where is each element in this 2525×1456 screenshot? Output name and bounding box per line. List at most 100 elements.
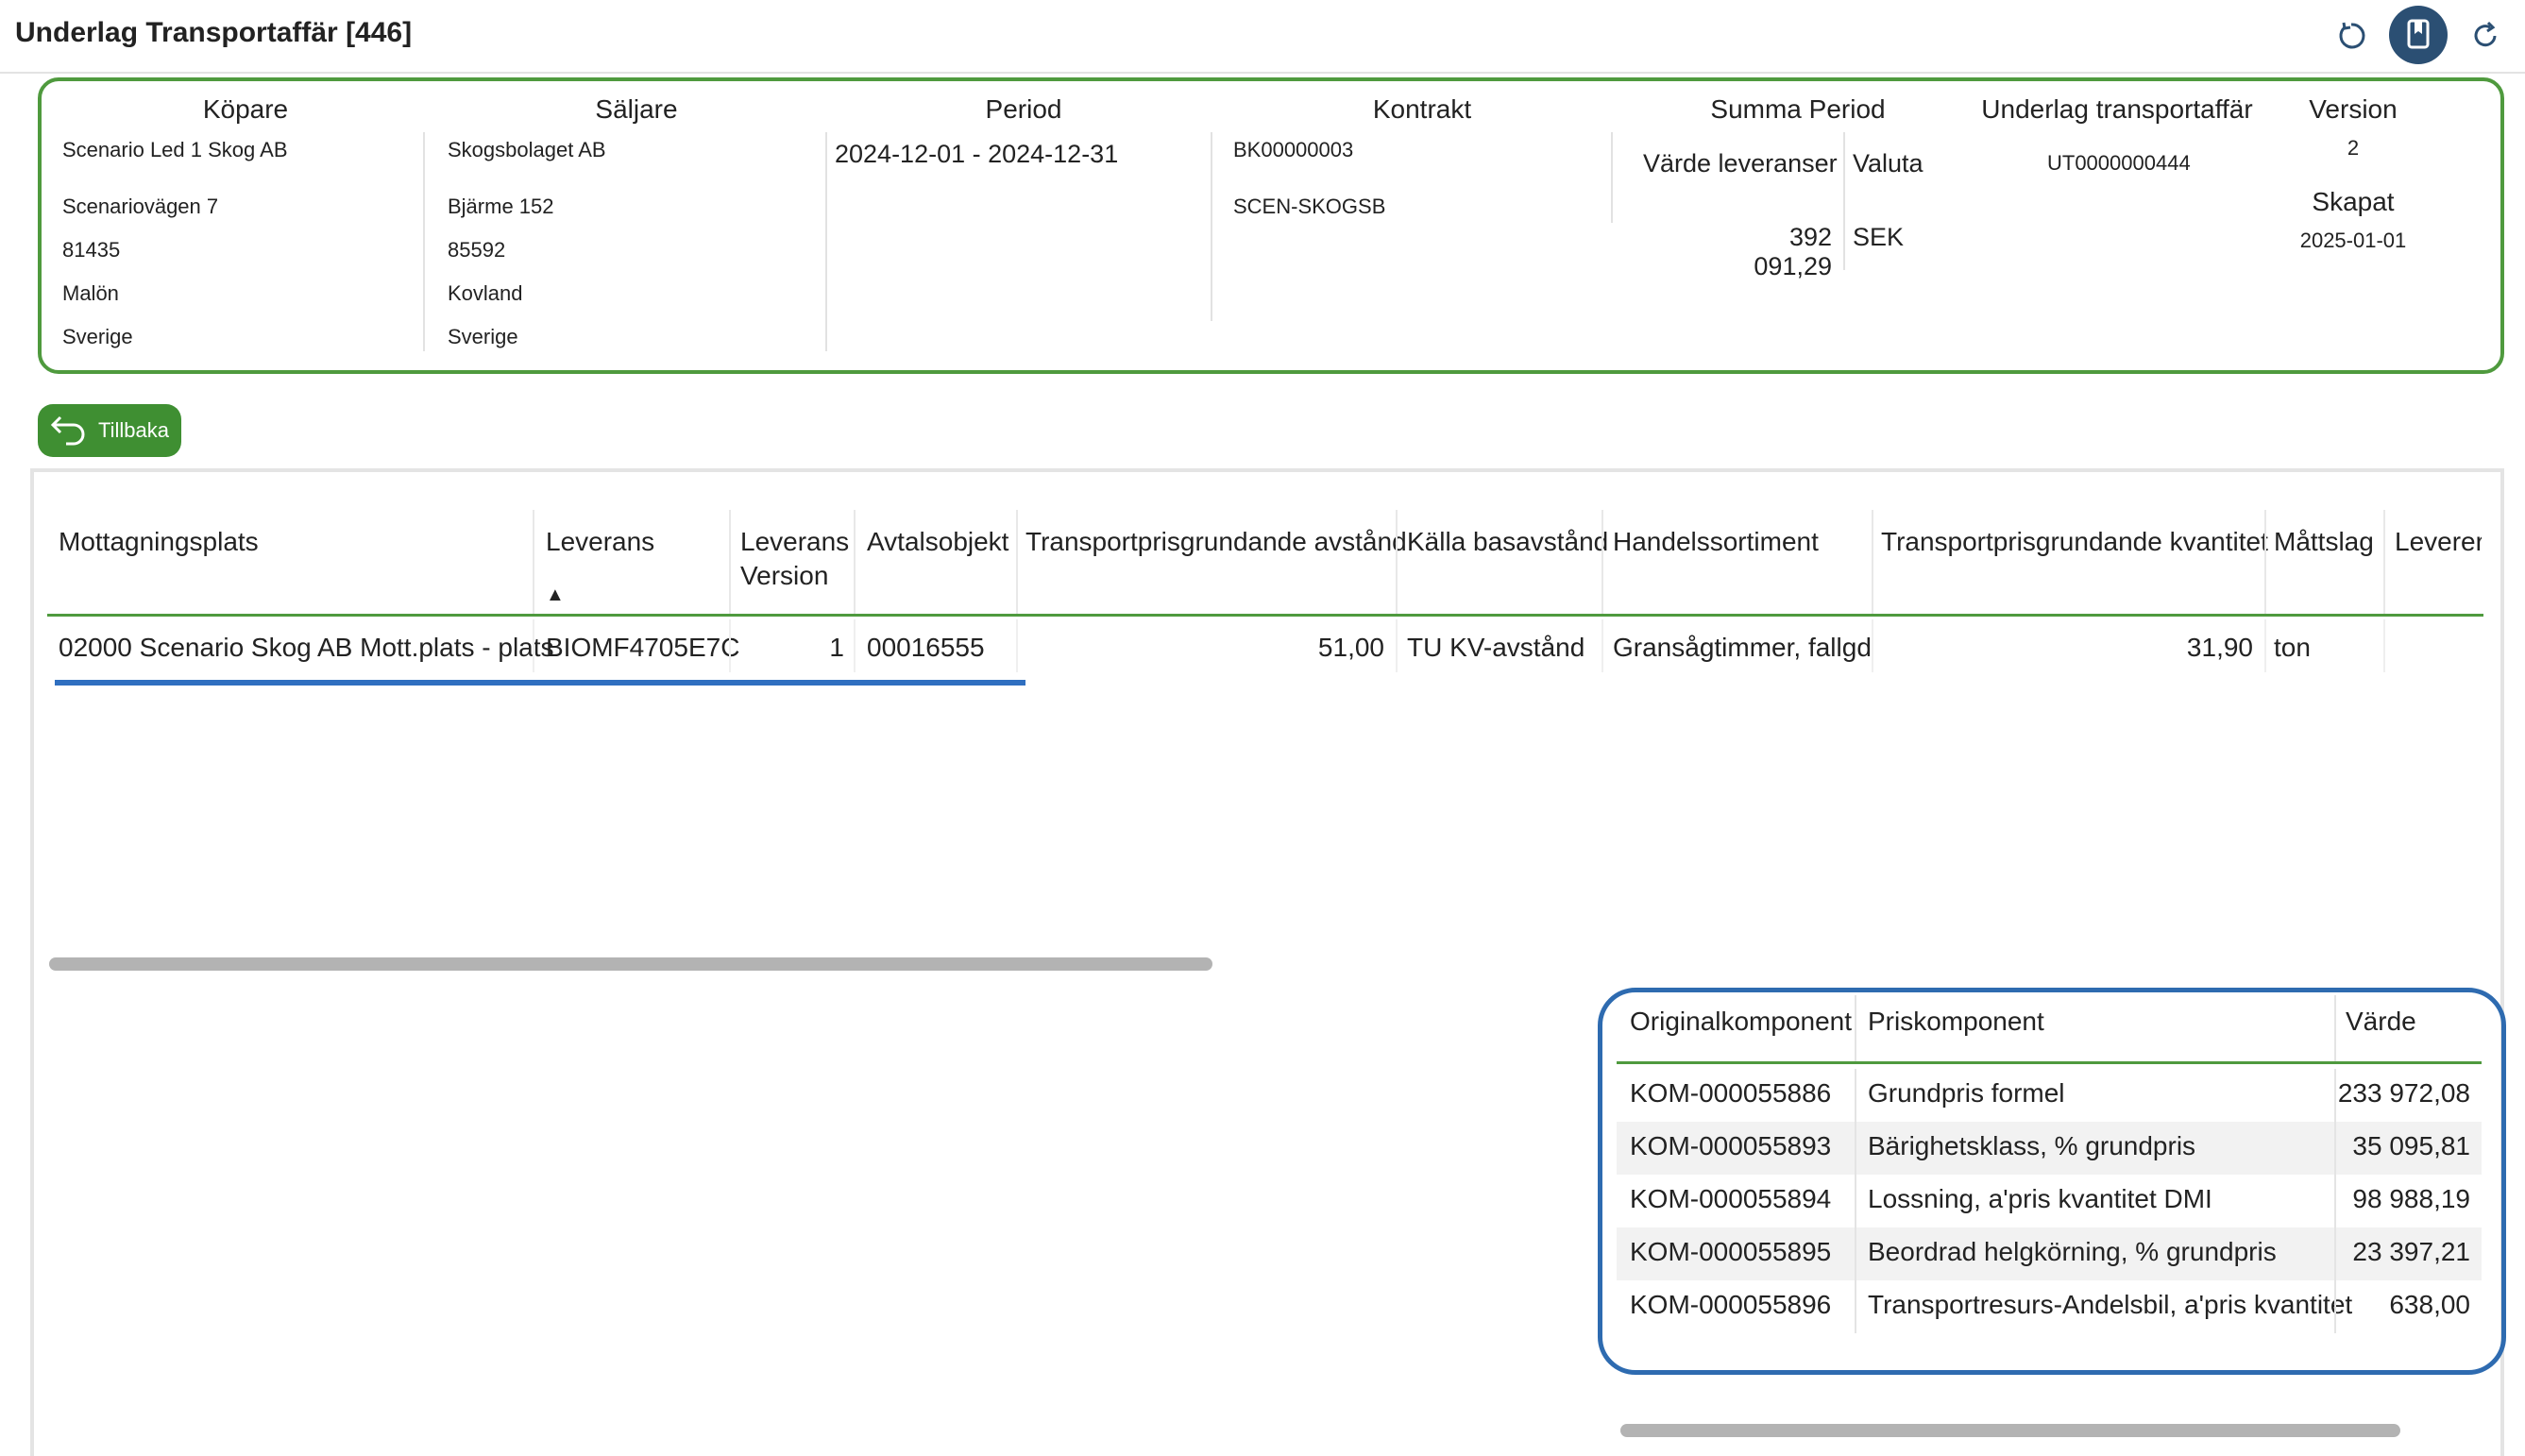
column-divider [729, 619, 731, 672]
valuta: SEK [1853, 223, 1905, 251]
horizontal-scrollbar[interactable] [49, 957, 1212, 971]
cell-varde: 23 397,21 [2352, 1237, 2470, 1266]
kontrakt-label: Kontrakt [1372, 94, 1472, 124]
table-row[interactable]: KOM-000055895 Beordrad helgkörning, % gr… [1617, 1227, 2482, 1280]
summa-label: Summa Period [1710, 94, 1886, 124]
cell-varde: 638,00 [2389, 1290, 2470, 1319]
period-label: Period [985, 94, 1062, 124]
page-title: Underlag Transportaffär [446] [15, 17, 413, 48]
kopare-city: Malön [62, 281, 119, 305]
horizontal-scrollbar[interactable] [1620, 1424, 2400, 1437]
column-header-mattslag[interactable]: Måttslag [2274, 525, 2374, 559]
cell-originalkomponent: KOM-000055886 [1630, 1078, 1832, 1108]
kontrakt-code: SCEN-SKOGSB [1233, 195, 1386, 218]
cell-kalla: TU KV-avstånd [1407, 633, 1585, 662]
column-header-kalla[interactable]: Källa basavstånd [1407, 525, 1608, 559]
column-header-kvantitet[interactable]: Transportprisgrundande kvantitet [1881, 525, 2268, 559]
column-divider [1016, 619, 1018, 672]
column-header-originalkomponent[interactable]: Originalkomponent [1630, 1007, 1852, 1037]
column-header-varde[interactable]: Värde [2346, 1007, 2416, 1037]
cell-originalkomponent: KOM-000055894 [1630, 1184, 1832, 1213]
divider [1211, 132, 1212, 321]
cell-priskomponent: Bärighetsklass, % grundpris [1868, 1131, 2196, 1160]
kontrakt-number: BK00000003 [1233, 138, 1354, 161]
cell-varde: 233 972,08 [2337, 1078, 2470, 1108]
varde-leveranser-label: Värde leveranser [1643, 149, 1838, 178]
column-divider [2334, 995, 2336, 1061]
cell-handelssortiment: Gransågtimmer, fallgd [1613, 633, 1872, 662]
divider [423, 132, 425, 351]
saljare-label: Säljare [595, 94, 678, 124]
table-row[interactable]: KOM-000055896 Transportresurs-Andelsbil,… [1617, 1280, 2482, 1333]
cell-originalkomponent: KOM-000055895 [1630, 1237, 1832, 1266]
period-value: 2024-12-01 - 2024-12-31 [835, 140, 1119, 168]
column-divider [1855, 995, 1856, 1061]
skapat-label: Skapat [2312, 187, 2395, 216]
column-divider [1872, 619, 1873, 672]
column-divider [2334, 1069, 2336, 1333]
cell-varde: 35 095,81 [2352, 1131, 2470, 1160]
cell-priskomponent: Lossning, a'pris kvantitet DMI [1868, 1184, 2212, 1213]
column-header-avstand[interactable]: Transportprisgrundande avstånd [1025, 525, 1407, 559]
column-header-leverans-version[interactable]: Leverans Version [740, 525, 849, 593]
cell-mottagningsplats: 02000 Scenario Skog AB Mott.plats - plat… [59, 633, 554, 662]
version-value: 2 [2347, 136, 2360, 160]
column-divider [2383, 510, 2385, 614]
cell-avtalsobjekt: 00016555 [867, 633, 985, 662]
refresh-icon[interactable] [2465, 15, 2506, 57]
column-header-handelssortiment[interactable]: Handelssortiment [1613, 525, 1819, 559]
bookmark-icon[interactable] [2389, 6, 2448, 64]
cell-priskomponent: Grundpris formel [1868, 1078, 2065, 1108]
cell-kvantitet: 31,90 [2186, 633, 2253, 662]
title-bar: Underlag Transportaffär [446] [0, 0, 2525, 74]
kopare-street: Scenariovägen 7 [62, 195, 219, 218]
divider [1843, 132, 1845, 270]
back-arrow-icon [49, 410, 89, 452]
kopare-zip: 81435 [62, 238, 121, 262]
saljare-street: Bjärme 152 [448, 195, 554, 218]
column-header-levererad[interactable]: Leverera [2395, 525, 2482, 559]
table-row[interactable]: KOM-000055886 Grundpris formel 233 972,0… [1617, 1069, 2482, 1122]
column-divider [1872, 510, 1873, 614]
cell-avstand: 51,00 [1317, 633, 1384, 662]
divider [1611, 132, 1613, 223]
reset-icon[interactable] [2330, 15, 2372, 57]
column-header-priskomponent[interactable]: Priskomponent [1868, 1007, 2044, 1037]
underlag-label: Underlag transportaffär [1981, 94, 2253, 124]
valuta-label: Valuta [1853, 149, 1923, 178]
column-divider [2264, 510, 2266, 614]
kopare-country: Sverige [62, 325, 133, 348]
cell-varde: 98 988,19 [2352, 1184, 2470, 1213]
column-header-avtalsobjekt[interactable]: Avtalsobjekt [867, 525, 1008, 559]
header-underline [1617, 1061, 2482, 1064]
column-divider [854, 619, 856, 672]
column-divider [854, 510, 856, 614]
column-divider [2383, 619, 2385, 672]
underlag-value: UT0000000444 [2047, 151, 2191, 175]
column-header-mottagningsplats[interactable]: Mottagningsplats [59, 525, 259, 559]
column-header-leverans[interactable]: Leverans [546, 525, 654, 559]
saljare-city: Kovland [448, 281, 523, 305]
back-button[interactable]: Tillbaka [38, 404, 181, 457]
table-row[interactable]: KOM-000055894 Lossning, a'pris kvantitet… [1617, 1175, 2482, 1227]
saljare-country: Sverige [448, 325, 518, 348]
version-label: Version [2309, 94, 2398, 124]
skapat-value: 2025-01-01 [2299, 229, 2407, 252]
back-button-label: Tillbaka [98, 418, 169, 442]
table-row[interactable]: KOM-000055893 Bärighetsklass, % grundpri… [1617, 1122, 2482, 1175]
cell-originalkomponent: KOM-000055893 [1630, 1131, 1832, 1160]
column-divider [729, 510, 731, 614]
sort-ascending-icon[interactable]: ▲ [546, 578, 565, 612]
kopare-label: Köpare [202, 94, 289, 124]
column-divider [1601, 619, 1603, 672]
divider [825, 132, 827, 351]
header-underline [47, 614, 2483, 617]
cell-leverans-version: 1 [829, 633, 844, 662]
column-divider [1396, 619, 1398, 672]
cell-priskomponent: Beordrad helgkörning, % grundpris [1868, 1237, 2277, 1266]
column-divider [1855, 1069, 1856, 1333]
cell-priskomponent: Transportresurs-Andelsbil, a'pris kvanti… [1868, 1290, 2353, 1319]
column-divider [2264, 619, 2266, 672]
column-divider [533, 619, 534, 672]
varde-leveranser: 392 091,29 [1754, 223, 1832, 280]
